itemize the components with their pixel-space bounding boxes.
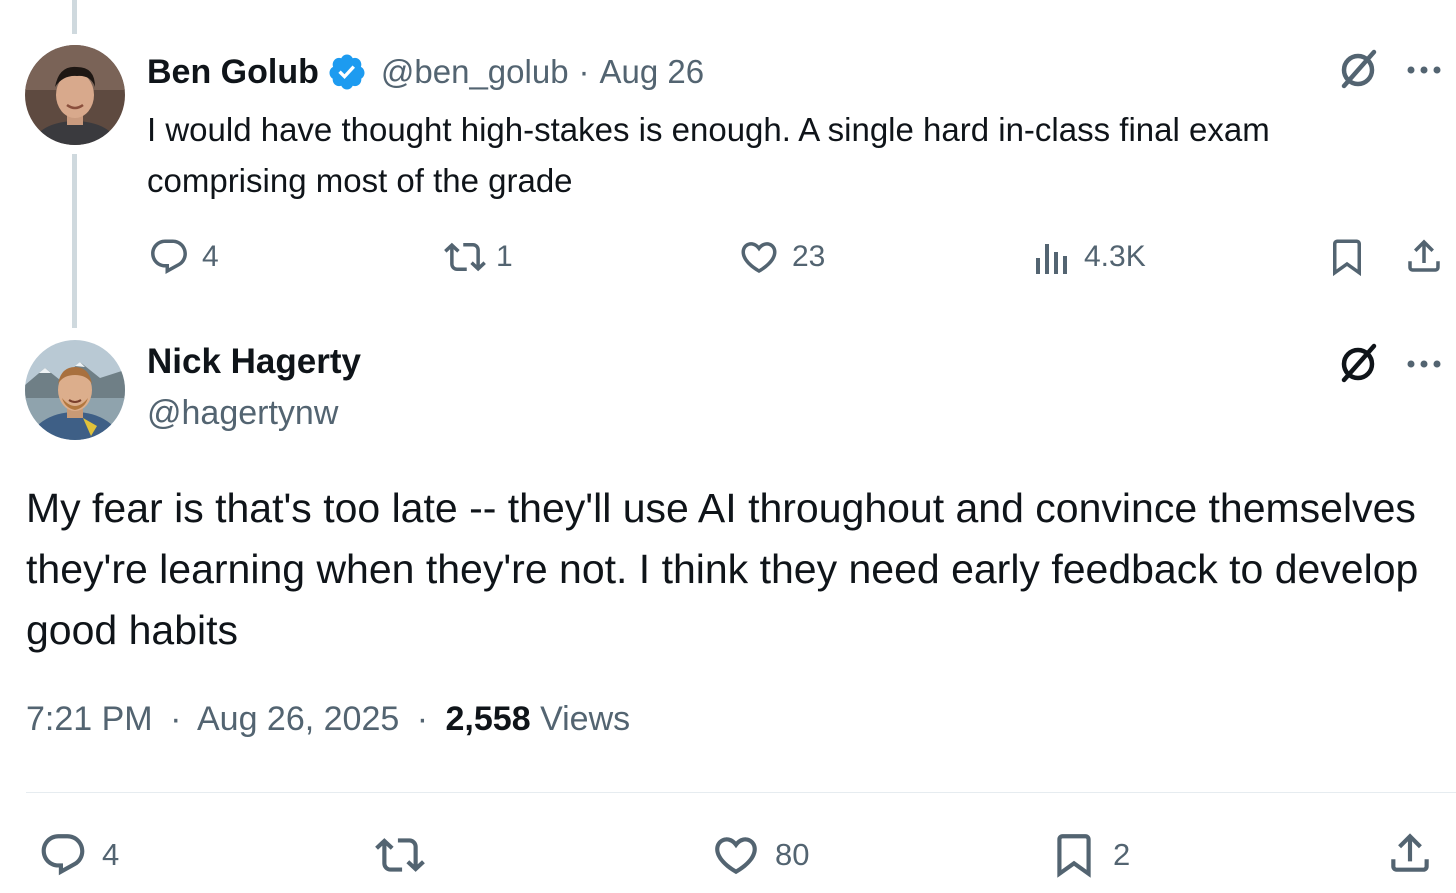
header-separator: ·: [578, 53, 590, 90]
thread-line-bottom: [72, 154, 77, 328]
meta-separator: ·: [416, 700, 429, 738]
parent-tweet-text: I would have thought high-stakes is enou…: [147, 111, 1270, 199]
reply-icon: [41, 834, 85, 876]
meta-separator: ·: [170, 700, 182, 738]
reply-reply-count: 4: [102, 837, 120, 872]
parent-view-count: 4.3K: [1084, 240, 1146, 273]
reply-tweet-text: My fear is that's too late -- they'll us…: [26, 485, 1419, 653]
tweet-views-label: Views: [540, 700, 631, 738]
reply-bookmark-button[interactable]: 2: [1049, 830, 1130, 880]
divider: [26, 792, 1456, 793]
parent-more-button[interactable]: [1406, 57, 1442, 83]
parent-share-button[interactable]: [1403, 235, 1445, 277]
reply-icon: [151, 239, 187, 274]
thread-line-top: [72, 0, 77, 34]
share-icon: [1391, 833, 1429, 872]
reply-reply-button[interactable]: 4: [38, 830, 119, 880]
bookmark-icon: [1057, 834, 1091, 878]
repost-icon: [375, 838, 425, 872]
parent-repost-button[interactable]: 1: [442, 236, 513, 278]
reply-repost-button[interactable]: [372, 830, 428, 880]
reply-like-count: 80: [775, 837, 810, 872]
tweet-time[interactable]: 7:21 PM: [26, 700, 153, 738]
tweet-date[interactable]: Aug 26, 2025: [197, 700, 399, 738]
parent-date[interactable]: Aug 26: [600, 53, 705, 91]
heart-icon: [715, 837, 757, 875]
heart-icon: [741, 242, 777, 274]
grok-icon: [1341, 343, 1377, 383]
parent-tweet-header: Ben Golub @ben_golub · Aug 26: [147, 50, 704, 94]
more-icon: [1407, 66, 1441, 74]
tweet-metadata: 7:21 PM · Aug 26, 2025 · 2,558 Views: [26, 700, 630, 739]
tweet-view-count: 2,558: [445, 700, 531, 738]
reply-more-button[interactable]: [1406, 351, 1442, 377]
views-chart-icon: [1036, 244, 1067, 274]
avatar-ben-golub[interactable]: [25, 45, 125, 145]
parent-handle[interactable]: @ben_golub: [381, 53, 569, 91]
parent-reply-button[interactable]: 4: [148, 236, 219, 278]
grok-button[interactable]: [1334, 46, 1382, 94]
reply-bookmark-count: 2: [1113, 837, 1131, 872]
repost-icon: [444, 242, 486, 272]
reply-handle[interactable]: @hagertynw: [147, 394, 338, 433]
reply-author-name[interactable]: Nick Hagerty: [147, 342, 361, 382]
parent-reply-count: 4: [202, 240, 219, 273]
avatar-nick-hagerty[interactable]: [25, 340, 125, 440]
parent-author-name[interactable]: Ben Golub: [147, 53, 319, 92]
parent-bookmark-button[interactable]: [1326, 236, 1368, 278]
parent-like-count: 23: [792, 240, 826, 273]
share-icon: [1408, 239, 1440, 272]
more-icon: [1407, 360, 1441, 368]
parent-repost-count: 1: [496, 240, 513, 273]
reply-grok-button[interactable]: [1334, 340, 1382, 388]
parent-like-button[interactable]: 23: [738, 236, 825, 278]
parent-views-button[interactable]: 4.3K: [1034, 238, 1146, 276]
bookmark-icon: [1333, 239, 1361, 277]
verified-badge-icon: [329, 54, 365, 90]
grok-icon: [1341, 49, 1377, 89]
reply-share-button[interactable]: [1385, 828, 1435, 878]
reply-like-button[interactable]: 80: [711, 830, 809, 880]
